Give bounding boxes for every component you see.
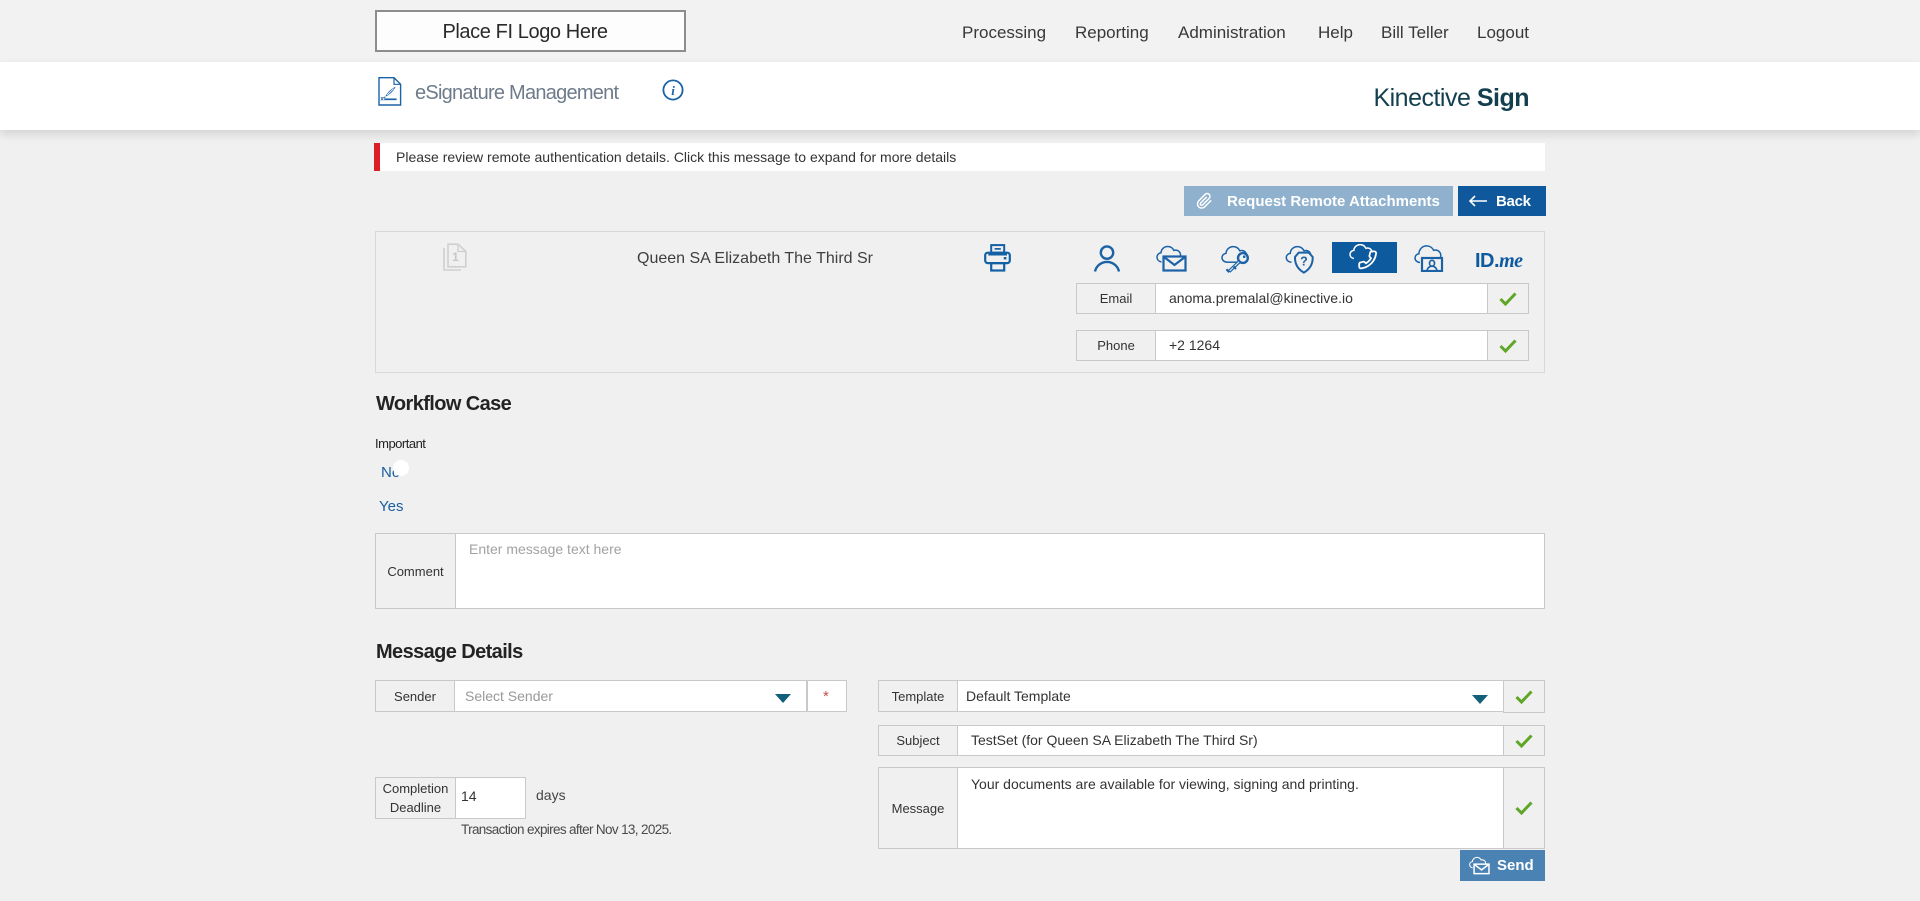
svg-text:?: ? <box>1300 255 1308 269</box>
svg-text:i: i <box>671 83 675 98</box>
svg-text:1: 1 <box>452 250 459 264</box>
